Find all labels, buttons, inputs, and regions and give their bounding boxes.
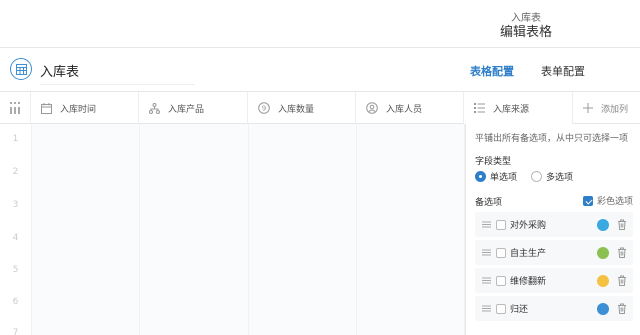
trash-icon[interactable] bbox=[616, 219, 628, 230]
radio-unchecked-icon bbox=[531, 171, 542, 182]
top-header: 入库表 编辑表格 bbox=[0, 0, 640, 48]
column-handle[interactable] bbox=[0, 92, 31, 124]
table-header: 入库时间 入库产品 9 入库数量 入库人员 入库来源 添加列 bbox=[0, 92, 640, 124]
radio-multi[interactable]: 多选项 bbox=[531, 170, 573, 183]
radio-single[interactable]: 单选项 bbox=[475, 170, 517, 183]
column-header-person[interactable]: 入库人员 bbox=[356, 92, 464, 124]
option-label[interactable]: 自主生产 bbox=[510, 246, 597, 259]
option-label[interactable]: 归还 bbox=[510, 302, 597, 315]
trash-icon[interactable] bbox=[616, 303, 628, 314]
drag-handle-icon[interactable] bbox=[480, 304, 492, 313]
option-color-swatch[interactable] bbox=[597, 274, 609, 287]
header-subtitle: 入库表 bbox=[511, 13, 541, 24]
radio-multi-label: 多选项 bbox=[546, 173, 574, 183]
option-label[interactable]: 对外采购 bbox=[510, 218, 597, 231]
radio-checked-icon bbox=[475, 171, 486, 182]
list-icon bbox=[474, 103, 485, 113]
column-header-time[interactable]: 入库时间 bbox=[31, 92, 139, 124]
table-name-input[interactable]: 入库表 bbox=[40, 61, 195, 85]
option-color-swatch[interactable] bbox=[597, 246, 609, 259]
column-label: 入库人员 bbox=[386, 104, 423, 115]
checkbox-checked-icon bbox=[583, 195, 593, 206]
field-type-label: 字段类型 bbox=[475, 157, 512, 167]
row-number: 4 bbox=[12, 233, 19, 243]
option-color-swatch[interactable] bbox=[597, 302, 609, 315]
radio-single-label: 单选项 bbox=[490, 173, 518, 183]
user-icon bbox=[366, 102, 378, 114]
trash-icon[interactable] bbox=[616, 247, 628, 258]
column-label: 入库来源 bbox=[493, 104, 530, 115]
drag-handle-icon[interactable] bbox=[480, 248, 492, 257]
row-number: 1 bbox=[12, 134, 19, 144]
grid-line bbox=[248, 124, 249, 335]
field-hint: 平铺出所有备选项，从中只可选择一项 bbox=[475, 134, 629, 144]
tab-form-config[interactable]: 表单配置 bbox=[541, 63, 585, 79]
option-checkbox[interactable] bbox=[496, 303, 506, 314]
options-label: 备选项 bbox=[475, 198, 503, 208]
column-label: 入库数量 bbox=[278, 104, 315, 115]
tab-grid-config[interactable]: 表格配置 bbox=[470, 63, 514, 79]
column-header-quantity[interactable]: 9 入库数量 bbox=[248, 92, 356, 124]
add-column-button[interactable]: 添加列 bbox=[573, 92, 640, 124]
option-label[interactable]: 维修翻新 bbox=[510, 274, 597, 287]
option-checkbox[interactable] bbox=[496, 275, 506, 286]
grid-line bbox=[31, 124, 32, 335]
drag-handle-icon[interactable] bbox=[480, 276, 492, 285]
colorful-options-toggle[interactable]: 彩色选项 bbox=[583, 194, 633, 207]
option-color-swatch[interactable] bbox=[597, 218, 609, 231]
option-item[interactable]: 对外采购 bbox=[475, 212, 633, 237]
header-title: 编辑表格 bbox=[500, 25, 553, 40]
option-item[interactable]: 归还 bbox=[475, 296, 633, 321]
colorful-options-label: 彩色选项 bbox=[597, 197, 634, 207]
trash-icon[interactable] bbox=[616, 275, 628, 286]
column-label: 入库时间 bbox=[60, 104, 97, 115]
option-item[interactable]: 自主生产 bbox=[475, 240, 633, 265]
column-label: 入库产品 bbox=[168, 104, 205, 115]
row-number: 2 bbox=[12, 167, 19, 177]
table-icon bbox=[10, 58, 32, 80]
field-config-panel: 平铺出所有备选项，从中只可选择一项 字段类型 单选项 多选项 备选项 彩色选项 … bbox=[465, 124, 640, 335]
row-number: 6 bbox=[12, 297, 19, 307]
table-toolbar: 入库表 表格配置 表单配置 bbox=[0, 48, 640, 92]
calendar-icon bbox=[41, 102, 52, 114]
option-checkbox[interactable] bbox=[496, 219, 506, 230]
grid-line bbox=[356, 124, 357, 335]
option-checkbox[interactable] bbox=[496, 247, 506, 258]
row-number: 3 bbox=[12, 200, 19, 210]
drag-handle-icon bbox=[10, 102, 20, 114]
row-number: 5 bbox=[12, 265, 19, 275]
svg-text:9: 9 bbox=[262, 105, 266, 113]
add-column-label: 添加列 bbox=[601, 104, 629, 115]
row-number: 7 bbox=[12, 328, 19, 335]
drag-handle-icon[interactable] bbox=[480, 220, 492, 229]
plus-icon bbox=[583, 103, 593, 113]
grid-line bbox=[139, 124, 140, 335]
option-item[interactable]: 维修翻新 bbox=[475, 268, 633, 293]
number-icon: 9 bbox=[258, 102, 270, 114]
column-header-product[interactable]: 入库产品 bbox=[139, 92, 248, 124]
hierarchy-icon bbox=[149, 102, 160, 114]
column-header-source[interactable]: 入库来源 bbox=[464, 92, 573, 124]
